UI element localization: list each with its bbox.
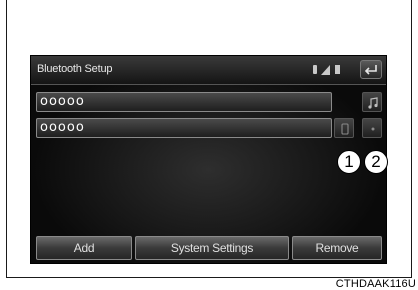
music-note-button[interactable] — [362, 92, 382, 112]
back-button[interactable] — [360, 60, 382, 79]
remove-button[interactable]: Remove — [292, 236, 382, 260]
device-name: ooooo — [40, 94, 85, 109]
battery-icon — [335, 65, 340, 74]
bluetooth-icon — [313, 65, 317, 74]
music-note-icon — [368, 97, 378, 109]
phone-connection-button[interactable] — [334, 118, 354, 138]
device-name: ooooo — [40, 120, 85, 135]
add-button[interactable]: Add — [36, 236, 132, 260]
audio-connection-button[interactable] — [362, 118, 382, 138]
status-indicators — [313, 64, 353, 76]
bluetooth-setup-screen: Bluetooth Setup ooooo ooooo Add System S… — [30, 55, 387, 264]
figure-caption: CTHDAAK116U — [335, 278, 416, 290]
screen-title: Bluetooth Setup — [37, 63, 113, 75]
back-arrow-icon — [364, 65, 377, 75]
callout-1: 1 — [337, 150, 361, 174]
screen-header: Bluetooth Setup — [31, 56, 386, 85]
system-settings-button[interactable]: System Settings — [135, 236, 289, 260]
info-icon — [371, 127, 375, 131]
signal-icon — [321, 65, 330, 75]
device-row-2[interactable]: ooooo — [36, 118, 332, 138]
device-row-1[interactable]: ooooo — [36, 92, 332, 112]
callout-2: 2 — [364, 150, 388, 174]
connection-icon — [341, 123, 349, 135]
